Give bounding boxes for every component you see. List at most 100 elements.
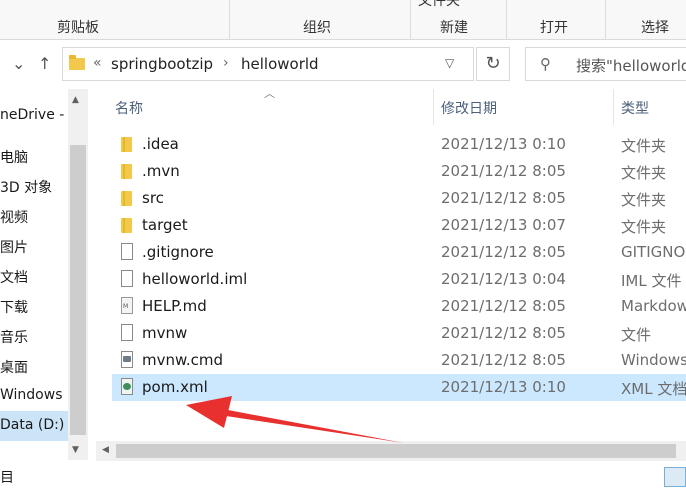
file-type: 文件: [621, 326, 652, 344]
column-header-name[interactable]: 名称: [115, 98, 143, 118]
nav-item-3d-objects[interactable]: 3D 对象: [0, 177, 52, 197]
file-type: 文件夹: [621, 164, 667, 182]
file-icon: [121, 243, 133, 260]
column-divider[interactable]: [613, 89, 614, 125]
file-modified-date: 2021/12/12 8:05: [441, 243, 566, 261]
file-name: mvnw: [142, 324, 188, 342]
nav-item-pictures[interactable]: 图片: [0, 237, 28, 257]
file-type: IML 文件: [621, 272, 682, 290]
xml-file-icon: [121, 378, 133, 395]
file-name: pom.xml: [142, 378, 208, 396]
file-type: 文件夹: [621, 137, 667, 155]
file-name: mvnw.cmd: [142, 351, 224, 369]
file-icon: [121, 324, 133, 341]
file-name: .idea: [142, 135, 179, 153]
breadcrumb-chevron-icon[interactable]: ›: [223, 55, 229, 71]
column-header-date[interactable]: 修改日期: [441, 98, 497, 118]
file-list: ︿ 名称 修改日期 类型 .idea 2021/12/13 0:10 文件夹 .mvn…: [96, 87, 686, 460]
file-type: 文件夹: [621, 218, 667, 236]
folder-icon: [69, 55, 85, 70]
address-bar[interactable]: « springbootzip › helloworld ▽: [62, 47, 474, 81]
file-modified-date: 2021/12/12 8:05: [441, 162, 566, 180]
ribbon: 剪贴板 组织 文件夹 新建 打开 选择: [0, 0, 686, 40]
file-icon: [121, 270, 133, 287]
nav-scrollbar-thumb[interactable]: [70, 145, 86, 435]
file-name: src: [142, 189, 164, 207]
ribbon-group-organize[interactable]: 组织: [303, 17, 331, 37]
ribbon-divider: [229, 0, 230, 40]
nav-item-this-pc[interactable]: 电脑: [0, 147, 28, 167]
file-name: helloworld.iml: [142, 270, 248, 288]
file-modified-date: 2021/12/12 8:05: [441, 297, 566, 315]
file-row[interactable]: src 2021/12/12 8:05 文件夹: [112, 185, 686, 212]
nav-item-documents[interactable]: 文档: [0, 267, 28, 287]
folder-icon: [121, 164, 132, 179]
ribbon-divider: [605, 0, 606, 40]
nav-item-videos[interactable]: 视频: [0, 207, 28, 227]
scroll-up-arrow-icon[interactable]: ▲: [72, 95, 79, 105]
horizontal-scrollbar[interactable]: ◀: [96, 441, 686, 461]
search-icon: ⚲: [540, 55, 551, 73]
file-modified-date: 2021/12/12 8:05: [441, 351, 566, 369]
horizontal-scrollbar-thumb[interactable]: [116, 444, 676, 458]
file-row[interactable]: pom.xml 2021/12/13 0:10 XML 文档: [112, 374, 686, 401]
file-name: HELP.md: [142, 297, 207, 315]
file-row[interactable]: helloworld.iml 2021/12/13 0:04 IML 文件: [112, 266, 686, 293]
breadcrumb-springbootzip[interactable]: springbootzip: [111, 55, 213, 73]
file-name: .mvn: [142, 162, 180, 180]
file-modified-date: 2021/12/12 8:05: [441, 324, 566, 342]
file-row[interactable]: mvnw 2021/12/12 8:05 文件: [112, 320, 686, 347]
search-input[interactable]: 搜索"helloworld: [576, 55, 686, 76]
ribbon-group-select[interactable]: 选择: [641, 17, 669, 37]
nav-item-windows-c[interactable]: Windows (: [0, 387, 72, 403]
file-row[interactable]: .mvn 2021/12/12 8:05 文件夹: [112, 158, 686, 185]
breadcrumb-helloworld[interactable]: helloworld: [241, 55, 319, 73]
status-item-count: 目: [0, 470, 14, 486]
markdown-file-icon: [121, 297, 133, 314]
file-row[interactable]: target 2021/12/13 0:07 文件夹: [112, 212, 686, 239]
nav-item-onedrive[interactable]: neDrive - I: [0, 107, 73, 123]
status-bar: 目: [0, 461, 686, 492]
file-name: .gitignore: [142, 243, 214, 261]
column-header-type[interactable]: 类型: [621, 98, 649, 118]
folder-icon: [121, 191, 132, 206]
recent-locations-chevron-icon[interactable]: ⌄: [12, 54, 25, 73]
file-row[interactable]: mvnw.cmd 2021/12/12 8:05 Windows: [112, 347, 686, 374]
column-divider[interactable]: [433, 89, 434, 125]
refresh-button[interactable]: ↻: [476, 47, 510, 81]
search-box[interactable]: ⚲ 搜索"helloworld: [525, 47, 686, 81]
file-type: GITIGNORE: [621, 243, 686, 261]
ribbon-group-open[interactable]: 打开: [540, 17, 568, 37]
details-view-button[interactable]: [664, 467, 686, 487]
file-type: 文件夹: [621, 191, 667, 209]
nav-item-data-d[interactable]: Data (D:): [0, 411, 68, 441]
ribbon-group-clipboard[interactable]: 剪贴板: [57, 17, 99, 37]
ribbon-divider: [506, 0, 507, 40]
cmd-file-icon: [121, 351, 133, 368]
file-modified-date: 2021/12/12 8:05: [441, 189, 566, 207]
file-type: XML 文档: [621, 380, 686, 398]
ribbon-cut-label: 文件夹: [418, 0, 460, 9]
up-arrow-icon[interactable]: ↑: [38, 54, 51, 73]
file-type: Windows: [621, 351, 686, 369]
file-row[interactable]: .gitignore 2021/12/12 8:05 GITIGNORE: [112, 239, 686, 266]
file-modified-date: 2021/12/13 0:10: [441, 135, 566, 153]
file-name: target: [142, 216, 188, 234]
folder-icon: [121, 137, 132, 152]
file-type: Markdow: [621, 297, 686, 315]
scroll-down-arrow-icon[interactable]: ▼: [72, 445, 79, 455]
nav-item-desktop[interactable]: 桌面: [0, 357, 28, 377]
file-row[interactable]: .idea 2021/12/13 0:10 文件夹: [112, 131, 686, 158]
nav-item-music[interactable]: 音乐: [0, 327, 28, 347]
sort-ascending-icon: ︿: [264, 87, 275, 100]
file-modified-date: 2021/12/13 0:04: [441, 270, 566, 288]
ribbon-group-new[interactable]: 新建: [440, 17, 468, 37]
nav-scrollbar[interactable]: ▲ ▼: [68, 89, 88, 460]
file-modified-date: 2021/12/13 0:07: [441, 216, 566, 234]
file-row[interactable]: HELP.md 2021/12/12 8:05 Markdow: [112, 293, 686, 320]
address-dropdown-chevron-icon[interactable]: ▽: [445, 56, 454, 70]
nav-item-downloads[interactable]: 下载: [0, 297, 28, 317]
scroll-left-arrow-icon[interactable]: ◀: [102, 445, 109, 455]
breadcrumb-overflow[interactable]: «: [93, 55, 102, 71]
refresh-icon: ↻: [485, 53, 501, 74]
